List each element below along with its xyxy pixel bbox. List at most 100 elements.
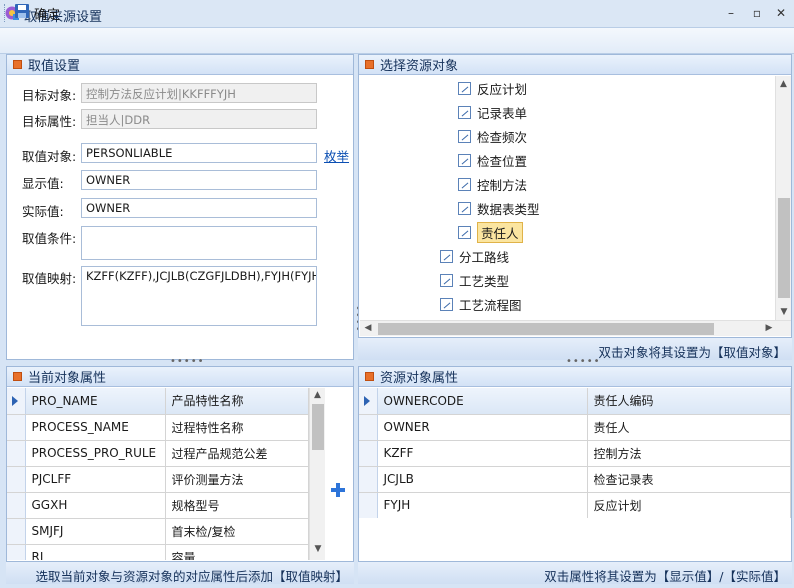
tree-item-jilu[interactable]: 记录表单 — [458, 102, 527, 122]
table-cell[interactable]: 责任人 — [587, 414, 791, 441]
table-cell[interactable]: GGXH — [25, 492, 166, 519]
tree-item-label: 控制方法 — [477, 177, 528, 193]
tree-item-shujubiao[interactable]: 数据表类型 — [458, 198, 540, 218]
column-header[interactable]: OWNERCODE — [377, 388, 588, 415]
panel-marker-icon — [13, 372, 22, 381]
scroll-right-arrow[interactable]: ▶ — [763, 323, 775, 333]
table-cell[interactable]: 过程产品规范公差 — [165, 440, 309, 467]
confirm-button[interactable]: 确定 — [14, 3, 60, 23]
table-cell[interactable]: PROCESS_NAME — [25, 414, 166, 441]
tree-item-fanying[interactable]: 反应计划 — [458, 78, 527, 98]
tree-vertical-scrollbar[interactable]: ▲ ▼ — [775, 76, 791, 320]
panel-title: 当前对象属性 — [28, 371, 107, 386]
display-value-field[interactable]: OWNER — [81, 170, 317, 190]
table-cell[interactable]: 容量 — [165, 544, 309, 560]
table-row[interactable]: SMJFJ 首末检/复检 — [7, 518, 309, 545]
save-icon — [14, 3, 30, 23]
plus-icon[interactable] — [330, 482, 346, 501]
table-row[interactable]: PROCESS_NAME 过程特性名称 — [7, 414, 309, 441]
tree-item-pinci[interactable]: 检查频次 — [458, 126, 527, 146]
tree-item-fengong[interactable]: 分工路线 — [440, 246, 509, 266]
close-button[interactable]: ✕ — [770, 4, 792, 22]
target-object-label: 目标对象: — [22, 88, 77, 103]
tree-item-label-selected: 责任人 — [477, 221, 523, 243]
resource-object-header: 选择资源对象 — [359, 55, 791, 75]
condition-textarea[interactable] — [81, 226, 317, 260]
condition-label: 取值条件: — [22, 231, 77, 246]
table-row[interactable]: PROCESS_PRO_RULE 过程产品规范公差 — [7, 440, 309, 467]
edit-node-icon — [458, 225, 471, 239]
tree-item-gongyi[interactable]: 工艺类型 — [440, 270, 509, 290]
table-cell[interactable]: JCJLB — [377, 466, 588, 493]
table-cell[interactable]: 控制方法 — [587, 440, 791, 467]
mapping-label: 取值映射: — [22, 271, 77, 286]
table-row[interactable]: PJCLFF 评价测量方法 — [7, 466, 309, 493]
table-cell[interactable]: PJCLFF — [25, 466, 166, 493]
table-cell[interactable]: 过程特性名称 — [165, 414, 309, 441]
table-cell[interactable]: PROCESS_PRO_RULE — [25, 440, 166, 467]
table-header-row[interactable]: OWNERCODE 责任人编码 — [359, 388, 791, 415]
tree-vscroll-thumb[interactable] — [778, 198, 790, 298]
current-attrs-scrollbar[interactable]: ▲ ▼ — [309, 388, 325, 560]
current-attrs-scroll-thumb[interactable] — [312, 404, 324, 450]
table-cell[interactable]: FYJH — [377, 492, 588, 518]
scroll-down-arrow[interactable]: ▼ — [310, 544, 326, 554]
edit-node-icon — [458, 129, 471, 143]
table-row[interactable]: GGXH 规格型号 — [7, 492, 309, 519]
tree-item-label: 数据表类型 — [477, 201, 540, 217]
table-row[interactable]: OWNER 责任人 — [359, 414, 791, 441]
resource-attrs-hint: 双击属性将其设置为【显示值】/【实际值】 — [358, 562, 792, 584]
column-header[interactable]: PRO_NAME — [25, 388, 166, 415]
source-object-field[interactable]: PERSONLIABLE — [81, 143, 317, 163]
table-cell[interactable]: RL — [25, 544, 166, 560]
scroll-up-arrow[interactable]: ▲ — [776, 76, 791, 92]
tree-item-weizhi[interactable]: 检查位置 — [458, 150, 527, 170]
tree-hscroll-thumb[interactable] — [378, 323, 714, 335]
target-attr-field: 担当人|DDR — [81, 109, 317, 129]
tree-item-kongzhi[interactable]: 控制方法 — [458, 174, 527, 194]
table-row[interactable]: FYJH 反应计划 — [359, 492, 791, 518]
edit-node-icon — [458, 201, 471, 215]
panel-marker-icon — [13, 60, 22, 69]
table-cell[interactable]: 评价测量方法 — [165, 466, 309, 493]
confirm-label: 确定 — [34, 7, 61, 23]
edit-node-icon — [440, 249, 453, 263]
tree-item-zerenren[interactable]: 责任人 — [458, 221, 523, 243]
current-row-indicator — [359, 388, 378, 415]
table-row[interactable]: JCJLB 检查记录表 — [359, 466, 791, 493]
table-cell[interactable]: 首末检/复检 — [165, 518, 309, 545]
target-attr-label: 目标属性: — [22, 114, 77, 129]
table-row[interactable]: KZFF 控制方法 — [359, 440, 791, 467]
table-cell[interactable]: KZFF — [377, 440, 588, 467]
edit-node-icon — [458, 105, 471, 119]
maximize-button[interactable]: ▫ — [746, 4, 768, 22]
panel-marker-icon — [365, 60, 374, 69]
actual-value-field[interactable]: OWNER — [81, 198, 317, 218]
table-cell[interactable]: 规格型号 — [165, 492, 309, 519]
row-indicator — [359, 466, 378, 493]
row-indicator — [7, 544, 26, 560]
scroll-left-arrow[interactable]: ◀ — [362, 323, 374, 333]
current-row-indicator — [7, 388, 26, 415]
source-object-label: 取值对象: — [22, 149, 77, 164]
tree-item-label: 检查位置 — [477, 153, 528, 169]
column-header[interactable]: 产品特性名称 — [165, 388, 309, 415]
column-header[interactable]: 责任人编码 — [587, 388, 791, 415]
minimize-button[interactable]: – — [720, 4, 742, 22]
table-row[interactable]: RL 容量 — [7, 544, 309, 560]
table-cell[interactable]: 反应计划 — [587, 492, 791, 518]
mapping-textarea[interactable]: KZFF(KZFF),JCJLB(CZGFJLDBH),FYJH(FYJH) — [81, 266, 317, 326]
tree-horizontal-scrollbar[interactable]: ◀ ▶ — [360, 320, 791, 336]
current-attrs-hint: 选取当前对象与资源对象的对应属性后添加【取值映射】 — [6, 562, 354, 584]
table-cell[interactable]: OWNER — [377, 414, 588, 441]
enum-link[interactable]: 枚举 — [324, 146, 349, 165]
scroll-up-arrow[interactable]: ▲ — [310, 388, 325, 402]
tree-item-liuchengtu[interactable]: 工艺流程图 — [440, 294, 522, 314]
table-cell[interactable]: SMJFJ — [25, 518, 166, 545]
edit-node-icon — [458, 153, 471, 167]
scroll-down-arrow[interactable]: ▼ — [776, 304, 792, 320]
table-cell[interactable]: 检查记录表 — [587, 466, 791, 493]
table-header-row[interactable]: PRO_NAME 产品特性名称 — [7, 388, 309, 415]
toolbar-grip — [4, 4, 7, 22]
row-indicator — [359, 440, 378, 467]
